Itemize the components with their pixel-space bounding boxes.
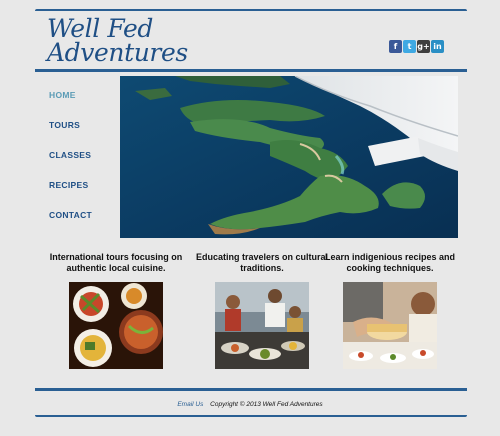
market-cooks-photo-icon bbox=[215, 282, 309, 369]
copyright-text: Copyright © 2013 Well Fed Adventures bbox=[210, 401, 323, 408]
feature-text: Learn indigenious recipes and cooking te… bbox=[324, 252, 456, 273]
footer-divider bbox=[35, 388, 467, 391]
cooking-class-photo-icon bbox=[343, 282, 437, 369]
main-nav: HOME TOURS CLASSES RECIPES CONTACT bbox=[49, 90, 92, 240]
food-plates-photo-icon bbox=[69, 282, 163, 369]
top-border bbox=[35, 9, 467, 11]
nav-item-contact[interactable]: CONTACT bbox=[49, 210, 92, 240]
twitter-icon[interactable]: t bbox=[403, 40, 416, 53]
social-links: f t g+ in bbox=[389, 40, 444, 53]
google-plus-icon[interactable]: g+ bbox=[417, 40, 430, 53]
email-us-link[interactable]: Email Us bbox=[177, 401, 203, 408]
nav-item-recipes[interactable]: RECIPES bbox=[49, 180, 92, 210]
footer: Email Us Copyright © 2013 Well Fed Adven… bbox=[0, 401, 500, 408]
linkedin-icon[interactable]: in bbox=[431, 40, 444, 53]
feature-text: International tours focusing on authenti… bbox=[49, 252, 183, 273]
bottom-border bbox=[35, 415, 467, 417]
nav-item-tours[interactable]: TOURS bbox=[49, 120, 92, 150]
facebook-icon[interactable]: f bbox=[389, 40, 402, 53]
nav-item-classes[interactable]: CLASSES bbox=[49, 150, 92, 180]
aerial-island-photo-icon bbox=[120, 76, 458, 238]
site-logo-line-2[interactable]: Adventures bbox=[47, 40, 188, 65]
header-divider bbox=[35, 69, 467, 72]
feature-tours: International tours focusing on authenti… bbox=[36, 252, 196, 369]
nav-item-home[interactable]: HOME bbox=[49, 90, 92, 120]
feature-recipes: Learn indigenious recipes and cooking te… bbox=[310, 252, 470, 369]
